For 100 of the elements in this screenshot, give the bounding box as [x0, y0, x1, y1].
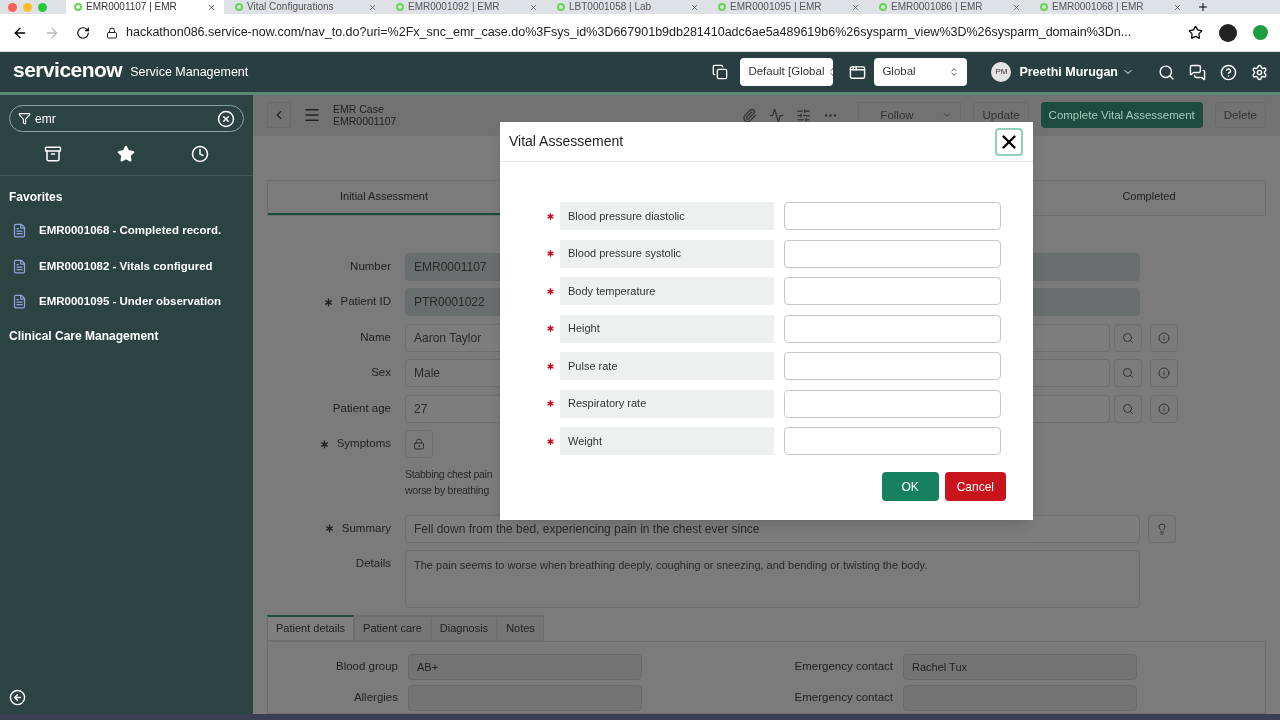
- collapse-icon[interactable]: [9, 689, 26, 706]
- tab-favicon-icon: [74, 3, 82, 11]
- stage-step[interactable]: Completed: [1033, 180, 1265, 215]
- browser-tab[interactable]: EMR0001068 | EMR: [1032, 0, 1190, 14]
- profile-avatar[interactable]: [1219, 23, 1237, 42]
- favorites-star-icon[interactable]: [117, 144, 136, 163]
- back-button[interactable]: [267, 102, 291, 129]
- browser-tab[interactable]: EMR0001086 | EMR: [871, 0, 1029, 14]
- document-icon: [12, 223, 27, 239]
- form-field[interactable]: Rachel Tux: [903, 654, 1137, 680]
- app-title: Service Management: [130, 63, 249, 81]
- user-avatar[interactable]: PM: [991, 62, 1012, 82]
- input-field[interactable]: [784, 427, 1001, 455]
- close-tab-icon[interactable]: [851, 2, 860, 12]
- lightbulb-button[interactable]: [1148, 514, 1176, 543]
- close-tab-icon[interactable]: [368, 2, 377, 12]
- new-tab-icon[interactable]: [1197, 1, 1209, 13]
- favorite-item[interactable]: EMR0001095 - Under observation: [0, 284, 253, 320]
- search-icon: [1122, 367, 1134, 379]
- input-field[interactable]: [784, 202, 1001, 230]
- form-tab[interactable]: Notes: [497, 615, 544, 641]
- browser-tab[interactable]: Vital Configurations: [227, 0, 385, 14]
- text-area[interactable]: The pain seems to worse when breathing deeply, coughing or sneezing, and bending or twisting the body.: [405, 550, 1140, 608]
- tab-title: EMR0001095 | EMR: [730, 2, 823, 12]
- tab-favicon-icon: [879, 3, 887, 11]
- field-label: Respiratory rate: [560, 389, 774, 418]
- field-label: Details: [355, 556, 391, 572]
- browser-tab[interactable]: LBT0001058 | Lab: [549, 0, 707, 14]
- logo[interactable]: servicenow: [13, 54, 123, 86]
- close-tab-icon[interactable]: [207, 2, 216, 12]
- update-set-icon[interactable]: [712, 64, 729, 80]
- field-label: Emergency contact: [793, 659, 894, 675]
- field-label: Allergies: [352, 690, 399, 706]
- lightbulb-icon: [1156, 522, 1168, 535]
- input-field[interactable]: [784, 352, 1001, 380]
- input-field[interactable]: [784, 389, 1001, 418]
- input-field[interactable]: [784, 239, 1001, 268]
- search-button[interactable]: [1114, 394, 1142, 423]
- favorite-item[interactable]: EMR0001082 - Vitals configured: [0, 248, 253, 284]
- paperclip-icon[interactable]: [742, 107, 758, 123]
- input-field[interactable]: [784, 277, 1001, 305]
- form-tab[interactable]: Patient care: [354, 615, 431, 641]
- chat-icon[interactable]: [1189, 63, 1206, 81]
- reload-icon[interactable]: [76, 25, 90, 40]
- field-label: Sex: [371, 365, 391, 381]
- field-label: Blood group: [334, 659, 399, 675]
- symptom-text: worse by breathing: [405, 483, 490, 498]
- archive-icon[interactable]: [43, 144, 62, 163]
- scope-icon[interactable]: [849, 63, 867, 81]
- browser-tab[interactable]: EMR0001095 | EMR: [710, 0, 868, 14]
- field-label: Patient age: [332, 400, 391, 416]
- ok-button[interactable]: OK: [881, 472, 939, 501]
- lock-button[interactable]: [405, 430, 433, 458]
- close-tab-icon[interactable]: [529, 2, 538, 12]
- field-label: Blood pressure systolic: [560, 239, 774, 268]
- form-tab[interactable]: Patient details: [267, 615, 355, 641]
- action-button[interactable]: Complete Vital Assessement: [1040, 102, 1203, 129]
- info-button[interactable]: [1150, 323, 1178, 352]
- tab-favicon-icon: [557, 3, 565, 11]
- help-icon[interactable]: [1220, 63, 1237, 81]
- field-label: Weight: [560, 427, 774, 455]
- sliders-icon[interactable]: [796, 107, 812, 123]
- browser-tab[interactable]: EMR0001092 | EMR: [388, 0, 546, 14]
- browser-tab[interactable]: EMR0001107 | EMR: [66, 0, 224, 14]
- info-button[interactable]: [1150, 359, 1178, 387]
- filter-icon: [18, 112, 31, 125]
- document-icon: [12, 294, 27, 310]
- form-tab[interactable]: Diagnosis: [430, 615, 498, 641]
- update-set-select[interactable]: Default [Global: [740, 58, 834, 86]
- field-label: Height: [560, 314, 774, 343]
- search-button[interactable]: [1114, 359, 1142, 387]
- cancel-button[interactable]: Cancel: [944, 472, 1006, 501]
- close-tab-icon[interactable]: [1012, 2, 1021, 12]
- close-tab-icon[interactable]: [690, 2, 699, 12]
- close-button[interactable]: [995, 127, 1023, 156]
- update-icon[interactable]: [1253, 25, 1268, 40]
- activity-icon[interactable]: [769, 107, 785, 123]
- scope-select[interactable]: Global: [874, 58, 968, 86]
- search-button[interactable]: [1114, 323, 1142, 352]
- dialog-title: Vital Assessement: [509, 132, 624, 151]
- tab-title: EMR0001107 | EMR: [86, 2, 178, 12]
- field-label: Patient ID: [340, 294, 391, 310]
- bookmark-star-icon[interactable]: [1188, 25, 1203, 40]
- history-icon[interactable]: [191, 144, 210, 163]
- form-field[interactable]: AB+: [408, 654, 642, 680]
- input-field[interactable]: [784, 314, 1001, 343]
- lock-icon: [106, 26, 118, 39]
- document-icon: [12, 258, 27, 274]
- info-icon: [1158, 402, 1170, 415]
- tab-favicon-icon: [1040, 3, 1048, 11]
- tab-title: EMR0001092 | EMR: [408, 2, 501, 12]
- close-tab-icon[interactable]: [1173, 2, 1182, 12]
- clear-icon[interactable]: [217, 109, 235, 128]
- tab-favicon-icon: [396, 3, 404, 11]
- settings-icon[interactable]: [1251, 63, 1268, 81]
- search-icon[interactable]: [1158, 63, 1175, 81]
- favorite-item[interactable]: EMR0001068 - Completed record.: [0, 213, 253, 249]
- user-name[interactable]: Preethi Murugan: [1019, 62, 1118, 82]
- info-button[interactable]: [1150, 394, 1178, 423]
- module-heading[interactable]: Clinical Care Management: [0, 326, 253, 345]
